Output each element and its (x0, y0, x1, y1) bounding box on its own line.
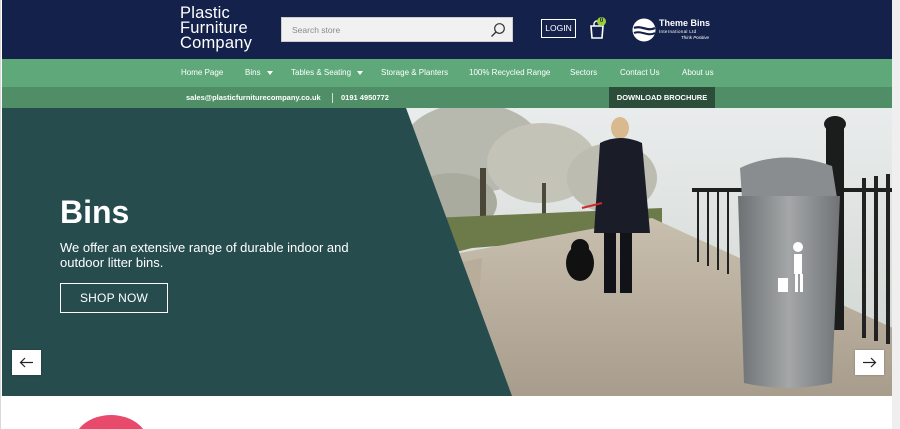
nav-label: About us (682, 68, 714, 77)
arrow-right-icon (863, 357, 877, 368)
nav-label: 100% Recycled Range (469, 68, 551, 77)
search-icon[interactable] (490, 22, 506, 38)
page: Plastic Furniture Company LOGIN 0 Theme … (0, 0, 893, 429)
nav-label: Sectors (570, 68, 598, 77)
arrow-left-icon (19, 357, 33, 368)
nav-label: Tables & Seating (291, 68, 352, 77)
search-box (281, 17, 513, 42)
hero-title: Bins (60, 194, 130, 230)
nav-label: Storage & Planters (381, 68, 449, 77)
nav-item-recycled-range[interactable]: 100% Recycled Range (469, 59, 550, 87)
nav-label: Bins (245, 68, 261, 77)
nav-item-storage-planters[interactable]: Storage & Planters (381, 59, 448, 87)
download-brochure-button[interactable]: DOWNLOAD BROCHURE (609, 87, 715, 108)
slider-prev-button[interactable] (12, 350, 41, 375)
shop-now-button[interactable]: SHOP NOW (60, 283, 168, 313)
contact-bar: sales@plasticfurniturecompany.co.uk 0191… (2, 87, 893, 108)
section-graphic (73, 415, 149, 429)
search-input[interactable] (282, 18, 482, 41)
chevron-down-icon (266, 70, 273, 75)
login-button[interactable]: LOGIN (541, 19, 576, 38)
partner-tagline: Think Positive (681, 35, 710, 40)
partner-name: Theme Bins (659, 18, 711, 28)
nav-item-tables-seating[interactable]: Tables & Seating (291, 59, 364, 87)
nav-item-home[interactable]: Home Page (181, 59, 223, 87)
nav-item-bins[interactable]: Bins (245, 59, 273, 87)
contact-divider (332, 93, 333, 103)
cart-count-badge: 0 (597, 17, 606, 26)
main-nav: Home Page Bins Tables & Seating Storage … (2, 59, 893, 87)
phone-link[interactable]: 0191 4950772 (341, 87, 389, 108)
slider-next-button[interactable] (855, 350, 884, 375)
nav-item-about[interactable]: About us (682, 59, 714, 87)
scrollbar[interactable] (892, 0, 900, 429)
nav-label: Home Page (181, 68, 224, 77)
theme-bins-logo[interactable]: Theme Bins International Ltd Think Posit… (631, 17, 731, 43)
partner-sub: International Ltd (659, 29, 697, 34)
nav-item-contact[interactable]: Contact Us (620, 59, 660, 87)
nav-item-sectors[interactable]: Sectors (570, 59, 597, 87)
chevron-down-icon (357, 70, 364, 75)
globe-icon (632, 18, 656, 42)
nav-label: Contact Us (620, 68, 660, 77)
site-logo[interactable]: Plastic Furniture Company (180, 5, 253, 52)
hero-slider: Bins We offer an extensive range of dura… (2, 108, 893, 396)
email-link[interactable]: sales@plasticfurniturecompany.co.uk (186, 87, 321, 108)
logo-line-3: Company (180, 34, 253, 52)
hero-description: We offer an extensive range of durable i… (60, 240, 349, 270)
